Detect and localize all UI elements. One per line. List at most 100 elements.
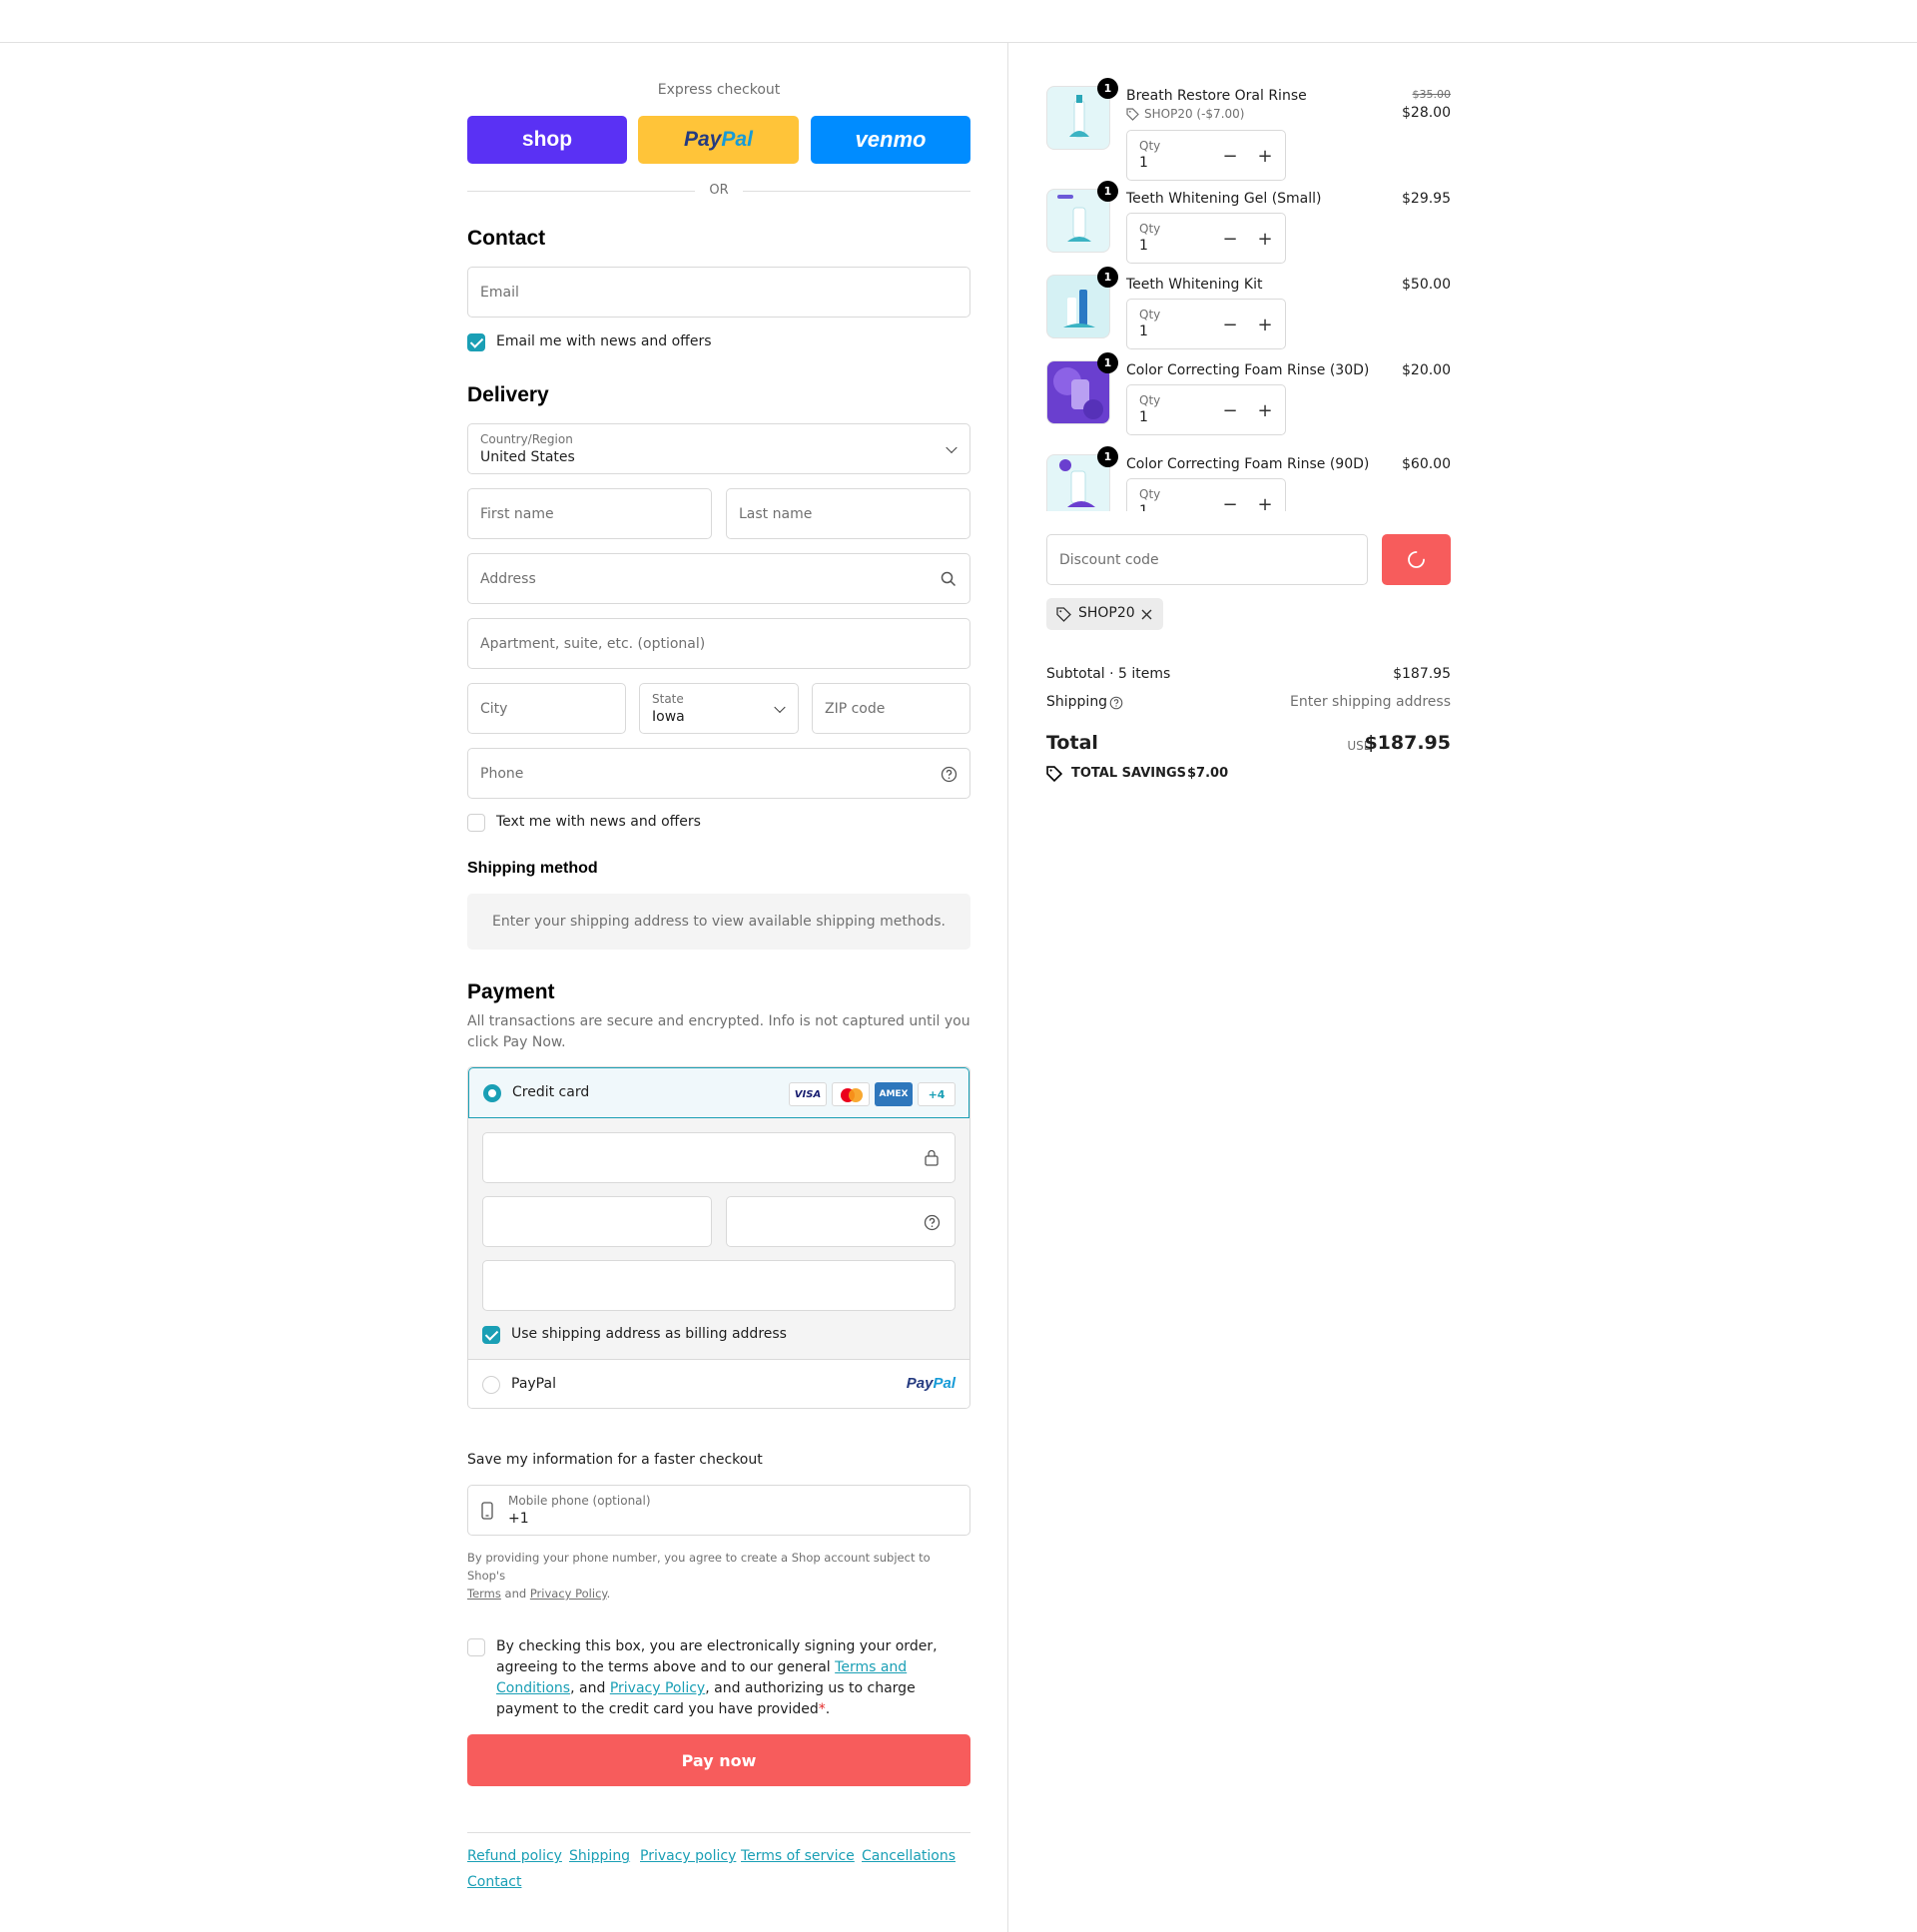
quantity-stepper[interactable]: Qty 1 − + bbox=[1126, 130, 1286, 181]
privacy-policy-link[interactable]: Privacy Policy bbox=[610, 1680, 705, 1696]
qty-value: 1 bbox=[1139, 155, 1148, 171]
country-select[interactable]: Country/Region United States bbox=[467, 423, 970, 474]
amex-card-icon: AMEX bbox=[875, 1082, 913, 1106]
shop-disclaimer-period: . bbox=[606, 1587, 611, 1601]
plus-icon[interactable]: + bbox=[1254, 145, 1276, 167]
email-news-checkbox[interactable] bbox=[467, 333, 485, 351]
city-field[interactable]: City bbox=[467, 683, 626, 734]
more-cards-text: +4 bbox=[928, 1087, 946, 1101]
shop-terms-link[interactable]: Terms bbox=[467, 1587, 501, 1601]
discount-tag-icon bbox=[1126, 108, 1139, 121]
zip-field[interactable]: ZIP code bbox=[812, 683, 970, 734]
shop-privacy-link[interactable]: Privacy Policy bbox=[530, 1587, 607, 1601]
plus-icon[interactable]: + bbox=[1254, 314, 1276, 335]
discount-code-field[interactable]: Discount code bbox=[1046, 534, 1368, 585]
product-name: Color Correcting Foam Rinse (90D) bbox=[1126, 456, 1370, 472]
state-value: Iowa bbox=[652, 709, 685, 725]
quantity-badge: 1 bbox=[1097, 267, 1118, 288]
top-header-bar bbox=[0, 0, 1917, 43]
last-name-field[interactable]: Last name bbox=[726, 488, 970, 539]
total-label: Total bbox=[1046, 732, 1098, 754]
shop-pay-button[interactable]: shop bbox=[467, 116, 627, 164]
minus-icon[interactable]: − bbox=[1219, 493, 1241, 512]
card-expiry-field[interactable] bbox=[482, 1196, 712, 1247]
phone-field[interactable]: Phone bbox=[467, 748, 970, 799]
shipping-policy-link[interactable]: Shipping bbox=[569, 1848, 630, 1864]
product-name: Teeth Whitening Kit bbox=[1126, 277, 1263, 293]
chevron-down-icon bbox=[774, 701, 786, 713]
paypal-express-button[interactable]: Pay Pal bbox=[638, 116, 799, 164]
pay-now-button[interactable]: Pay now bbox=[467, 1734, 970, 1786]
address-placeholder: Address bbox=[480, 570, 536, 587]
search-icon bbox=[941, 571, 957, 587]
quantity-stepper[interactable]: Qty 1 − + bbox=[1126, 213, 1286, 264]
subtotal-value: $187.95 bbox=[1393, 666, 1451, 682]
plus-icon[interactable]: + bbox=[1254, 493, 1276, 512]
billing-address-label: Use shipping address as billing address bbox=[511, 1326, 787, 1342]
paypal-logo-pay: Pay bbox=[684, 128, 722, 151]
plus-icon[interactable]: + bbox=[1254, 228, 1276, 250]
state-select[interactable]: State Iowa bbox=[639, 683, 799, 734]
mobile-phone-label: Mobile phone (optional) bbox=[508, 1494, 651, 1508]
quantity-badge: 1 bbox=[1097, 446, 1118, 467]
help-icon[interactable] bbox=[1109, 696, 1123, 710]
plus-icon[interactable]: + bbox=[1254, 399, 1276, 421]
express-checkout-title: Express checkout bbox=[657, 82, 781, 98]
more-cards-badge: +4 bbox=[918, 1082, 956, 1106]
apartment-field[interactable]: Apartment, suite, etc. (optional) bbox=[467, 618, 970, 669]
first-name-field[interactable]: First name bbox=[467, 488, 712, 539]
minus-icon[interactable]: − bbox=[1219, 145, 1241, 167]
paypal-option[interactable]: PayPal PayPal bbox=[468, 1359, 969, 1408]
quantity-stepper[interactable]: Qty 1 − + bbox=[1126, 478, 1286, 511]
email-field[interactable]: Email bbox=[467, 267, 970, 318]
billing-address-checkbox[interactable] bbox=[482, 1326, 500, 1344]
help-icon[interactable] bbox=[941, 766, 958, 783]
credit-card-option[interactable]: Credit card VISA AMEX +4 bbox=[468, 1067, 969, 1118]
close-icon[interactable] bbox=[1141, 609, 1152, 620]
qty-label: Qty bbox=[1139, 222, 1161, 236]
city-placeholder: City bbox=[480, 700, 508, 717]
text-news-label: Text me with news and offers bbox=[496, 814, 701, 830]
card-name-field[interactable] bbox=[482, 1260, 956, 1311]
mobile-phone-value: +1 bbox=[508, 1511, 529, 1527]
venmo-button[interactable]: venmo bbox=[811, 116, 970, 164]
quantity-badge: 1 bbox=[1097, 78, 1118, 99]
card-number-field[interactable] bbox=[482, 1132, 956, 1183]
terms-of-service-link[interactable]: Terms of service bbox=[741, 1848, 855, 1864]
paypal-logo-pal: Pal bbox=[933, 1375, 956, 1392]
address-field[interactable]: Address bbox=[467, 553, 970, 604]
minus-icon[interactable]: − bbox=[1219, 228, 1241, 250]
paypal-radio[interactable] bbox=[482, 1376, 500, 1394]
discount-tag-icon bbox=[1056, 607, 1071, 622]
credit-card-radio[interactable] bbox=[483, 1084, 501, 1102]
paypal-logo-pal: Pal bbox=[721, 128, 753, 151]
quantity-stepper[interactable]: Qty 1 − + bbox=[1126, 384, 1286, 435]
save-info-heading: Save my information for a faster checkou… bbox=[467, 1452, 763, 1468]
privacy-policy-footer-link[interactable]: Privacy policy bbox=[640, 1848, 736, 1864]
mastercard-logo-icon bbox=[841, 1088, 863, 1102]
shop-disclaimer: By providing your phone number, you agre… bbox=[467, 1549, 970, 1603]
help-icon[interactable] bbox=[924, 1214, 941, 1231]
minus-icon[interactable]: − bbox=[1219, 399, 1241, 421]
product-name: Breath Restore Oral Rinse bbox=[1126, 88, 1307, 104]
text-news-checkbox[interactable] bbox=[467, 814, 485, 832]
cancellations-link[interactable]: Cancellations bbox=[862, 1848, 956, 1864]
card-cvv-field[interactable] bbox=[726, 1196, 956, 1247]
or-label: OR bbox=[709, 183, 729, 198]
minus-icon[interactable]: − bbox=[1219, 314, 1241, 335]
mobile-phone-field[interactable]: Mobile phone (optional) +1 bbox=[467, 1485, 970, 1536]
lock-icon bbox=[925, 1149, 939, 1166]
refund-policy-link[interactable]: Refund policy bbox=[467, 1848, 562, 1864]
last-name-placeholder: Last name bbox=[739, 505, 813, 522]
credit-card-label: Credit card bbox=[512, 1084, 590, 1100]
zip-placeholder: ZIP code bbox=[825, 700, 886, 717]
qty-value: 1 bbox=[1139, 409, 1148, 425]
email-news-label: Email me with news and offers bbox=[496, 333, 712, 349]
venmo-label: venmo bbox=[855, 127, 927, 152]
contact-link[interactable]: Contact bbox=[467, 1874, 521, 1890]
agreement-checkbox[interactable] bbox=[467, 1638, 485, 1656]
quantity-stepper[interactable]: Qty 1 − + bbox=[1126, 299, 1286, 349]
apply-discount-button[interactable] bbox=[1382, 534, 1451, 585]
shipping-value: Enter shipping address bbox=[1290, 694, 1451, 710]
quantity-badge: 1 bbox=[1097, 181, 1118, 202]
